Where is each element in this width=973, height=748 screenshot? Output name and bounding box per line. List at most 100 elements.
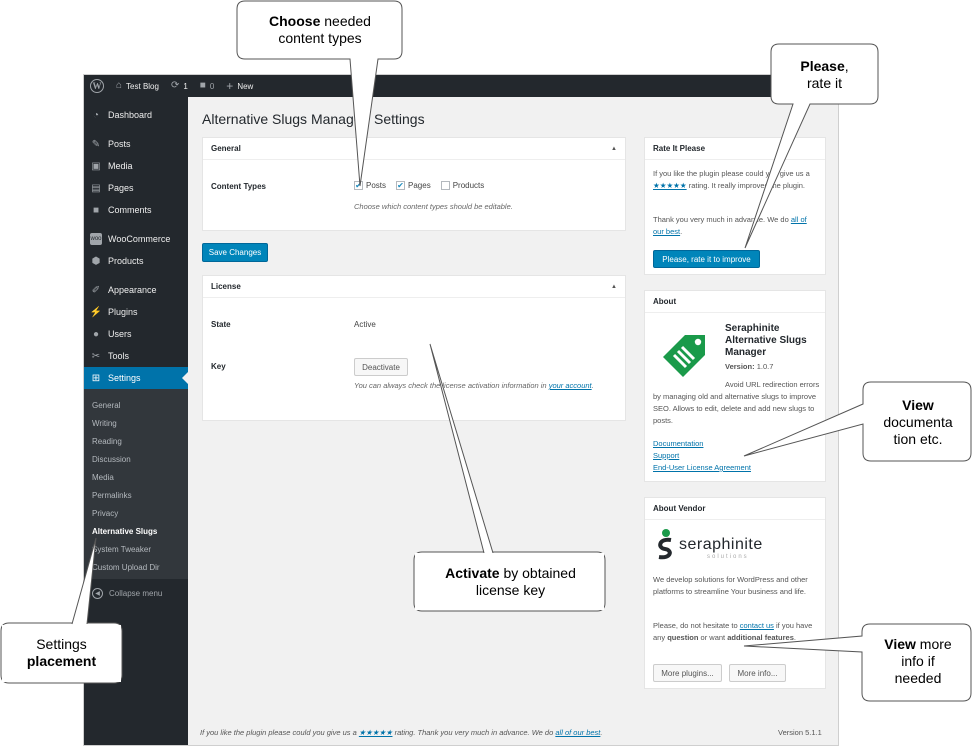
general-title: General bbox=[211, 144, 241, 153]
brush-icon: ✐ bbox=[91, 284, 101, 296]
rate-postbox: Rate It Please If you like the plugin pl… bbox=[644, 137, 826, 275]
vendor-description: We develop solutions for WordPress and o… bbox=[653, 575, 808, 596]
sidebar-item-woocommerce[interactable]: woo WooCommerce bbox=[84, 228, 188, 250]
additional-features-words: additional features bbox=[727, 633, 794, 642]
sidebar-item-users[interactable]: ● Users bbox=[84, 323, 188, 345]
home-icon: ⌂ bbox=[116, 80, 123, 91]
footer-text-mid: rating. Thank you very much in advance. … bbox=[392, 728, 556, 737]
admin-bar: W ⌂ Test Blog ⟳ 1 ■ 0 + New bbox=[84, 75, 838, 97]
question-word: question bbox=[667, 633, 699, 642]
collapse-up-icon[interactable]: ▲ bbox=[611, 146, 617, 152]
sidebar-item-label: WooCommerce bbox=[108, 234, 171, 244]
sidebar-item-posts[interactable]: ✎ Posts bbox=[84, 133, 188, 155]
key-label: Key bbox=[211, 362, 226, 371]
callout-bold: Activate bbox=[445, 565, 500, 581]
site-name-link[interactable]: ⌂ Test Blog bbox=[110, 75, 165, 97]
more-plugins-button[interactable]: More plugins... bbox=[653, 664, 722, 682]
sidebar-item-appearance[interactable]: ✐ Appearance bbox=[84, 279, 188, 301]
submenu-privacy[interactable]: Privacy bbox=[92, 509, 118, 518]
sidebar-item-label: Products bbox=[108, 256, 144, 266]
callout-rest: info if bbox=[901, 653, 935, 669]
rating-stars-link[interactable]: ★★★★★ bbox=[653, 181, 687, 190]
callout-bold: Choose bbox=[269, 13, 321, 29]
submenu-reading[interactable]: Reading bbox=[92, 437, 122, 446]
license-postbox-header[interactable]: License ▲ bbox=[203, 276, 625, 298]
comments-link[interactable]: ■ 0 bbox=[194, 75, 221, 97]
submenu-permalinks[interactable]: Permalinks bbox=[92, 491, 132, 500]
sidebar-item-label: Media bbox=[108, 161, 133, 171]
sidebar-item-plugins[interactable]: ⚡ Plugins bbox=[84, 301, 188, 323]
sidebar-item-dashboard[interactable]: ◔ Dashboard bbox=[84, 104, 188, 126]
callout-rest: needed bbox=[320, 13, 371, 29]
submenu-writing[interactable]: Writing bbox=[92, 419, 117, 428]
plugin-name: Seraphinite Alternative Slugs Manager bbox=[725, 323, 807, 358]
eula-link[interactable]: End-User License Agreement bbox=[653, 463, 751, 472]
checkbox-pages[interactable]: ✔ Pages bbox=[396, 181, 431, 190]
vendor-logo-text: seraphinite bbox=[679, 536, 763, 553]
footer-version: Version 5.1.1 bbox=[778, 728, 822, 737]
content-types-description: Choose which content types should be edi… bbox=[354, 202, 513, 211]
rate-title: Rate It Please bbox=[653, 144, 706, 153]
submenu-discussion[interactable]: Discussion bbox=[92, 455, 131, 464]
comment-bubble-icon: ■ bbox=[199, 80, 206, 91]
rate-it-button[interactable]: Please, rate it to improve bbox=[653, 250, 760, 268]
plugin-description: Avoid URL redirection errors by managing… bbox=[653, 380, 820, 425]
submenu-general[interactable]: General bbox=[92, 401, 120, 410]
license-description: You can always check the license activat… bbox=[354, 380, 614, 392]
plus-icon: + bbox=[226, 79, 234, 93]
checkbox-posts[interactable]: ✔ Posts bbox=[354, 181, 386, 190]
footer-rate-text: If you like the plugin please could you … bbox=[200, 728, 602, 737]
sidebar-item-media[interactable]: ▣ Media bbox=[84, 155, 188, 177]
state-label: State bbox=[211, 320, 231, 329]
callout-more-text: View more info if needed bbox=[866, 636, 970, 687]
plug-icon: ⚡ bbox=[89, 306, 103, 318]
box-icon: ⬢ bbox=[91, 255, 101, 267]
sidebar-item-settings[interactable]: ⊞ Settings bbox=[84, 367, 188, 389]
footer-stars-link[interactable]: ★★★★★ bbox=[359, 728, 393, 737]
new-content-link[interactable]: + New bbox=[220, 75, 259, 97]
sidebar-item-label: Pages bbox=[108, 183, 134, 193]
pages-icon: ▤ bbox=[91, 182, 101, 194]
collapse-menu-button[interactable]: ◀ Collapse menu bbox=[92, 588, 162, 599]
submenu-media[interactable]: Media bbox=[92, 473, 114, 482]
sidebar-item-label: Comments bbox=[108, 205, 152, 215]
general-postbox-header[interactable]: General ▲ bbox=[203, 138, 625, 160]
documentation-link[interactable]: Documentation bbox=[653, 439, 703, 448]
more-info-button[interactable]: More info... bbox=[729, 664, 786, 682]
content-types-label: Content Types bbox=[211, 182, 266, 191]
collapse-up-icon[interactable]: ▲ bbox=[611, 284, 617, 290]
about-postbox: About Seraphinite Alternative Slugs Mana… bbox=[644, 290, 826, 482]
submenu-alternative-slugs[interactable]: Alternative Slugs bbox=[92, 527, 157, 536]
pin-icon: ✎ bbox=[91, 138, 101, 150]
wp-logo-button[interactable]: W bbox=[84, 75, 110, 97]
callout-rest: documenta bbox=[883, 414, 953, 430]
callout-rest: Settings bbox=[36, 636, 87, 652]
your-account-link[interactable]: your account bbox=[549, 381, 592, 390]
sidebar-item-products[interactable]: ⬢ Products bbox=[84, 250, 188, 272]
collapse-arrow-icon: ◀ bbox=[92, 588, 103, 599]
rate-text-2: rating. It really improves the plugin. bbox=[686, 181, 806, 190]
dashboard-icon: ◔ bbox=[92, 109, 100, 121]
support-link[interactable]: Support bbox=[653, 451, 679, 460]
checkbox-label: Products bbox=[452, 181, 485, 190]
hesitate-mid2: or want bbox=[698, 633, 728, 642]
submenu-custom-upload-dir[interactable]: Custom Upload Dir bbox=[92, 563, 160, 572]
sidebar-item-pages[interactable]: ▤ Pages bbox=[84, 177, 188, 199]
wordpress-icon: W bbox=[90, 79, 104, 93]
sidebar-item-tools[interactable]: ✂ Tools bbox=[84, 345, 188, 367]
deactivate-button[interactable]: Deactivate bbox=[354, 358, 408, 376]
sidebar-item-label: Tools bbox=[108, 351, 130, 361]
sidebar-item-comments[interactable]: ■ Comments bbox=[84, 199, 188, 221]
updates-link[interactable]: ⟳ 1 bbox=[165, 75, 194, 97]
callout-rest: tion etc. bbox=[893, 431, 943, 447]
contact-us-link[interactable]: contact us bbox=[740, 621, 774, 630]
license-title: License bbox=[211, 282, 241, 291]
submenu-system-tweaker[interactable]: System Tweaker bbox=[92, 545, 151, 554]
site-name-label: Test Blog bbox=[126, 81, 159, 91]
footer-all-of-our-best-link[interactable]: all of our best bbox=[555, 728, 600, 737]
save-changes-button[interactable]: Save Changes bbox=[202, 243, 268, 262]
general-postbox: General ▲ Content Types ✔ Posts ✔ Pages … bbox=[202, 137, 626, 231]
checkbox-products[interactable]: Products bbox=[440, 181, 485, 190]
callout-bold: placement bbox=[26, 653, 97, 669]
checkmark-icon: ✔ bbox=[396, 180, 406, 190]
